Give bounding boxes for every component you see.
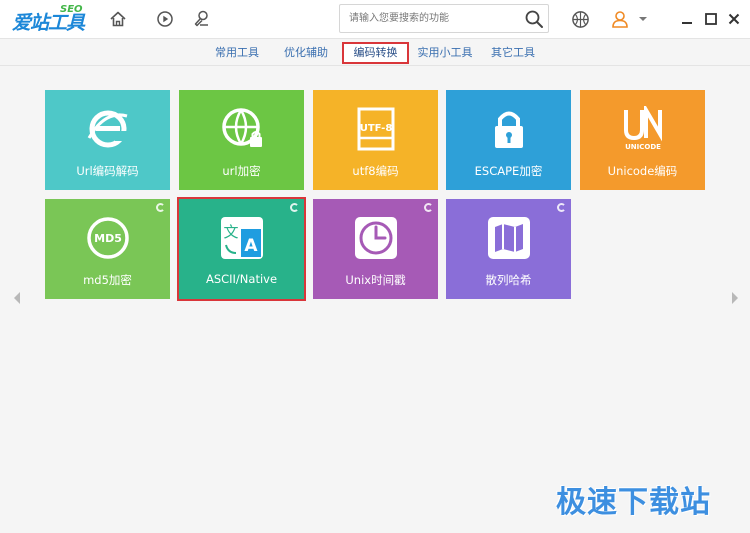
tile-hash[interactable]: 散列哈希 [446, 199, 571, 299]
svg-text:UTF-8: UTF-8 [360, 123, 393, 134]
basketball-icon[interactable] [570, 9, 590, 29]
tile-label: Unix时间戳 [345, 273, 406, 287]
tab-optimization[interactable]: 优化辅助 [277, 42, 335, 64]
svg-text:MD5: MD5 [94, 232, 122, 245]
clock-icon [353, 215, 399, 261]
tab-utilities[interactable]: 实用小工具 [412, 42, 478, 64]
tile-unicode[interactable]: UNICODE Unicode编码 [580, 90, 705, 190]
loading-icon [290, 203, 299, 212]
tile-label: ESCAPE加密 [474, 164, 543, 178]
logo-seo-text: SEO [60, 4, 83, 15]
play-icon[interactable] [155, 9, 175, 29]
unicode-icon: UNICODE [620, 102, 666, 152]
tile-label: ASCII/Native [205, 272, 278, 286]
next-page-icon[interactable] [724, 262, 746, 334]
tab-encoding-conversion[interactable]: 编码转换 [342, 42, 409, 64]
tile-escape[interactable]: ESCAPE加密 [446, 90, 571, 190]
tab-other-tools[interactable]: 其它工具 [484, 42, 542, 64]
category-tabs: 常用工具 优化辅助 编码转换 实用小工具 其它工具 [0, 38, 750, 66]
svg-text:文: 文 [223, 223, 238, 241]
loading-icon [424, 203, 433, 212]
globe-lock-icon [219, 106, 265, 152]
md5-icon: MD5 [85, 215, 131, 261]
home-icon[interactable] [108, 9, 128, 29]
close-icon[interactable] [726, 9, 742, 29]
tile-unix-timestamp[interactable]: Unix时间戳 [313, 199, 438, 299]
tile-utf8[interactable]: UTF-8 utf8编码 [313, 90, 438, 190]
search-input[interactable] [340, 5, 520, 32]
loading-icon [156, 203, 165, 212]
app-logo: 爱站工具包 SEO [12, 4, 94, 61]
tile-ascii-native[interactable]: A文 ASCII/Native [177, 197, 306, 301]
svg-text:UNICODE: UNICODE [625, 143, 661, 151]
tile-label: Url编码解码 [76, 164, 139, 178]
map-icon [486, 215, 532, 261]
loading-icon [557, 203, 566, 212]
utf8-icon: UTF-8 [353, 106, 399, 152]
tile-label: Unicode编码 [607, 164, 678, 178]
dropdown-icon[interactable] [637, 9, 649, 29]
svg-text:A: A [244, 236, 258, 256]
maximize-icon[interactable] [703, 9, 719, 29]
watermark-text: 极速下载站 [556, 485, 711, 520]
tile-label: 散列哈希 [485, 273, 532, 287]
minimize-icon[interactable] [679, 9, 695, 29]
padlock-icon [486, 106, 532, 152]
tile-url-encrypt[interactable]: url加密 [179, 90, 304, 190]
tile-label: utf8编码 [352, 164, 399, 178]
search-icon[interactable] [524, 9, 544, 29]
tools-icon[interactable] [192, 9, 212, 29]
prev-page-icon[interactable] [6, 262, 28, 334]
title-bar: 爱站工具包 SEO [0, 0, 750, 61]
tab-common-tools[interactable]: 常用工具 [208, 42, 266, 64]
user-icon[interactable] [610, 9, 630, 29]
tile-label: url加密 [222, 164, 261, 178]
tile-url-encode[interactable]: Url编码解码 [45, 90, 170, 190]
tile-label: md5加密 [83, 273, 132, 287]
tile-md5[interactable]: MD5 md5加密 [45, 199, 170, 299]
translate-icon: A文 [219, 215, 265, 261]
ie-icon [85, 106, 131, 152]
search-box [339, 4, 549, 33]
